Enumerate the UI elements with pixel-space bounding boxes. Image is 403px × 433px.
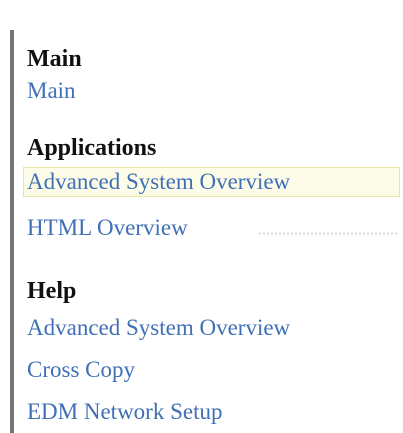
- panel-left-border: [10, 30, 14, 433]
- dotted-rule: [258, 232, 398, 235]
- section-heading-applications: Applications: [27, 135, 157, 161]
- nav-link-edm-network-setup[interactable]: EDM Network Setup: [27, 398, 222, 426]
- nav-link-advanced-system-overview-app[interactable]: Advanced System Overview: [23, 167, 400, 197]
- section-heading-main: Main: [27, 46, 82, 72]
- navigation-panel: Main Main Applications Advanced System O…: [0, 0, 403, 433]
- nav-link-main[interactable]: Main: [27, 77, 76, 105]
- section-heading-help: Help: [27, 278, 77, 304]
- nav-link-cross-copy[interactable]: Cross Copy: [27, 356, 135, 384]
- nav-link-advanced-system-overview-help[interactable]: Advanced System Overview: [27, 314, 290, 342]
- nav-link-html-overview[interactable]: HTML Overview: [27, 214, 188, 242]
